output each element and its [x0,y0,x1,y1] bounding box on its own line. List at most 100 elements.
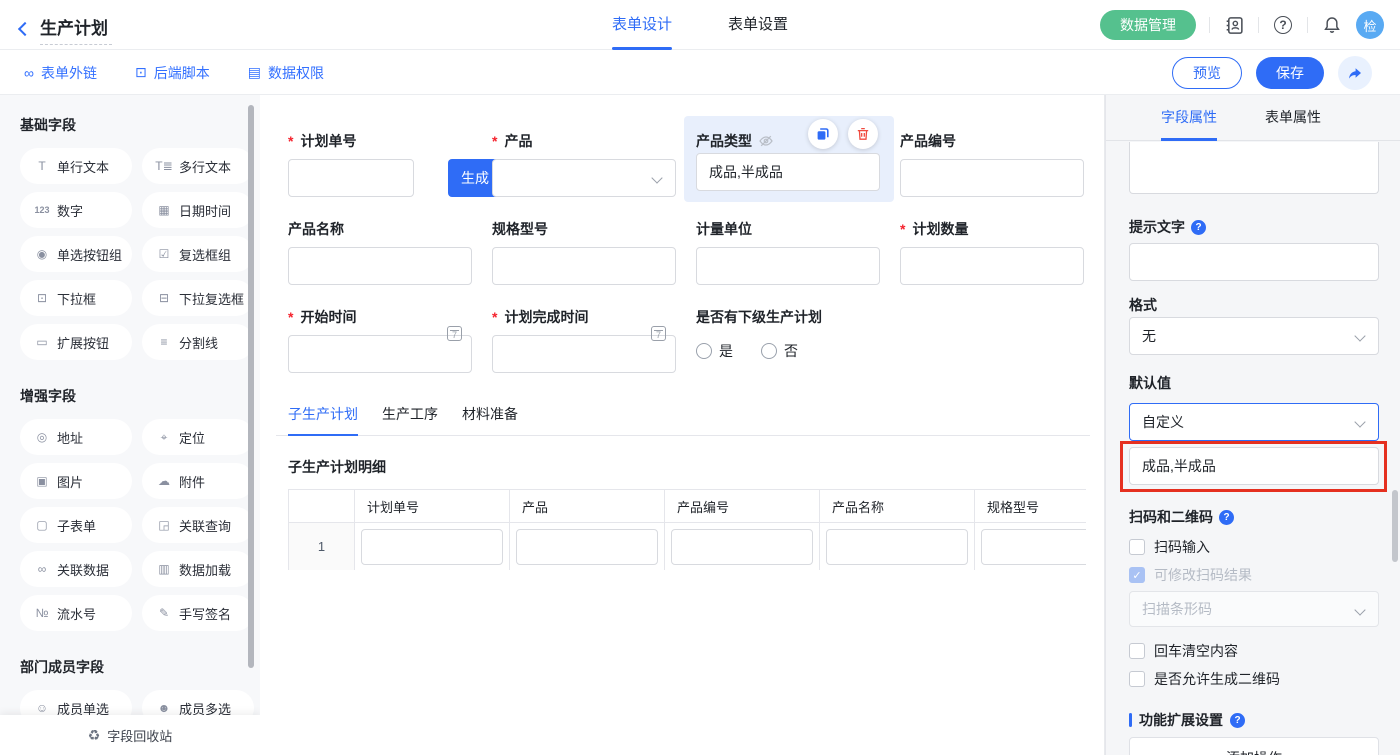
field-plan-quantity[interactable]: *计划数量 [900,219,1084,285]
field-unit[interactable]: 计量单位 [696,219,880,285]
field-item-linked-data[interactable]: ∞关联数据 [20,551,132,587]
data-manage-button[interactable]: 数据管理 [1100,10,1196,40]
subtab-production-process[interactable]: 生产工序 [382,401,438,436]
field-recycle-bin[interactable]: ♻ 字段回收站 [0,715,260,755]
back-icon[interactable] [18,21,32,35]
spec-model-input[interactable] [492,247,676,285]
field-item-geolocation[interactable]: ⌖定位 [142,419,254,455]
field-item-single-line-text[interactable]: T单行文本 [20,148,132,184]
help-badge-icon[interactable] [1191,220,1206,235]
field-item-linked-query[interactable]: ◲关联查询 [142,507,254,543]
add-action-button[interactable]: 添加操作 [1129,737,1379,755]
field-product-name[interactable]: 产品名称 [288,219,472,285]
subtab-material-preparation[interactable]: 材料准备 [462,401,518,436]
field-item-multi-dropdown[interactable]: ⊟下拉复选框 [142,280,254,316]
section-title-member-fields: 部门成员字段 [20,657,242,677]
start-time-input[interactable] [288,335,472,373]
field-item-divider[interactable]: ≡分割线 [142,324,254,360]
checkbox-icon[interactable] [1129,539,1145,555]
copy-field-button[interactable] [808,119,838,149]
bell-icon[interactable] [1321,14,1343,36]
radio-option-no[interactable]: 否 [761,341,798,361]
checkbox-allow-qrcode[interactable]: 是否允许生成二维码 [1129,669,1280,689]
tab-form-settings[interactable]: 表单设置 [728,0,788,50]
field-spec-model[interactable]: 规格型号 [492,219,676,285]
field-item-number[interactable]: 123数字 [20,192,132,228]
checkbox-editable-scan-result[interactable]: 可修改扫码结果 [1129,565,1252,585]
field-item-image[interactable]: ▣图片 [20,463,132,499]
panel-scrollbar[interactable] [1392,490,1398,562]
calendar-icon [651,326,666,341]
default-value-input[interactable]: 成品,半成品 [1129,447,1379,485]
tab-field-properties[interactable]: 字段属性 [1161,95,1217,141]
checkbox-icon: ☑ [155,247,173,261]
field-product-code[interactable]: 产品编号 [900,131,1084,197]
field-item-extend-button[interactable]: ▭扩展按钮 [20,324,132,360]
sidebar-scrollbar[interactable] [248,105,254,668]
help-icon[interactable] [1272,14,1294,36]
field-plan-finish-time[interactable]: *计划完成时间 [492,307,676,373]
tab-form-properties[interactable]: 表单属性 [1265,95,1321,141]
finish-time-input[interactable] [492,335,676,373]
field-has-sub-plan[interactable]: 是否有下级生产计划 是 否 [696,307,936,361]
field-item-subform[interactable]: ▢子表单 [20,507,132,543]
product-select[interactable] [492,159,676,197]
cell-input-spec-model[interactable] [981,529,1086,565]
unit-input[interactable] [696,247,880,285]
field-item-radio-group[interactable]: ◉单选按钮组 [20,236,132,272]
subtab-sub-production-plan[interactable]: 子生产计划 [288,401,358,436]
field-item-address[interactable]: ◎地址 [20,419,132,455]
checkbox-icon[interactable] [1129,671,1145,687]
field-product[interactable]: *产品 [492,131,676,197]
field-item-data-load[interactable]: ▥数据加载 [142,551,254,587]
default-value-mode-select[interactable]: 自定义 [1129,403,1379,441]
field-title-input[interactable] [1129,142,1379,194]
radio-option-yes[interactable]: 是 [696,341,733,361]
radio-icon[interactable] [696,343,712,359]
cell-input-product[interactable] [516,529,658,565]
field-item-multi-line-text[interactable]: T≣多行文本 [142,148,254,184]
save-button[interactable]: 保存 [1256,57,1324,89]
backend-script-button[interactable]: ⊡ 后端脚本 [135,63,210,83]
share-button[interactable] [1338,56,1372,90]
help-badge-icon[interactable] [1230,713,1245,728]
field-plan-number[interactable]: *计划单号 生成 [288,131,472,197]
external-link-button[interactable]: ∞ 表单外链 [24,63,97,83]
selected-field-product-type[interactable]: 产品类型 成品,半成品 [684,116,894,202]
checkbox-icon[interactable] [1129,643,1145,659]
user-avatar[interactable]: 检 [1356,11,1384,39]
tab-form-design[interactable]: 表单设计 [612,0,672,50]
scan-type-select[interactable]: 扫描条形码 [1129,591,1379,627]
chart-icon: ▥ [155,562,173,576]
cell-input-plan-number[interactable] [361,529,503,565]
product-type-input[interactable]: 成品,半成品 [696,153,880,191]
field-item-dropdown[interactable]: ⊡下拉框 [20,280,132,316]
field-item-serial-number[interactable]: №流水号 [20,595,132,631]
checkbox-enter-clear[interactable]: 回车清空内容 [1129,641,1238,661]
cell-input-product-name[interactable] [826,529,968,565]
field-item-datetime[interactable]: ▦日期时间 [142,192,254,228]
cell-input-product-code[interactable] [671,529,813,565]
contacts-icon[interactable] [1223,14,1245,36]
preview-button[interactable]: 预览 [1172,57,1242,89]
data-permission-label: 数据权限 [268,63,324,83]
field-item-signature[interactable]: ✎手写签名 [142,595,254,631]
subtable-title: 子生产计划明细 [288,457,386,477]
radio-icon[interactable] [761,343,777,359]
checkbox-scan-input[interactable]: 扫码输入 [1129,537,1210,557]
product-code-input[interactable] [900,159,1084,197]
plan-quantity-input[interactable] [900,247,1084,285]
product-name-input[interactable] [288,247,472,285]
calendar-icon [447,326,462,341]
field-item-checkbox-group[interactable]: ☑复选框组 [142,236,254,272]
field-item-attachment[interactable]: ☁附件 [142,463,254,499]
checkbox-checked-icon[interactable] [1129,567,1145,583]
delete-field-button[interactable] [848,119,878,149]
plan-number-input[interactable] [288,159,414,197]
subform-icon: ▢ [33,518,51,532]
help-badge-icon[interactable] [1219,510,1234,525]
format-select[interactable]: 无 [1129,317,1379,355]
data-permission-button[interactable]: ▤ 数据权限 [248,63,324,83]
field-start-time[interactable]: *开始时间 [288,307,472,373]
hint-text-input[interactable] [1129,243,1379,281]
